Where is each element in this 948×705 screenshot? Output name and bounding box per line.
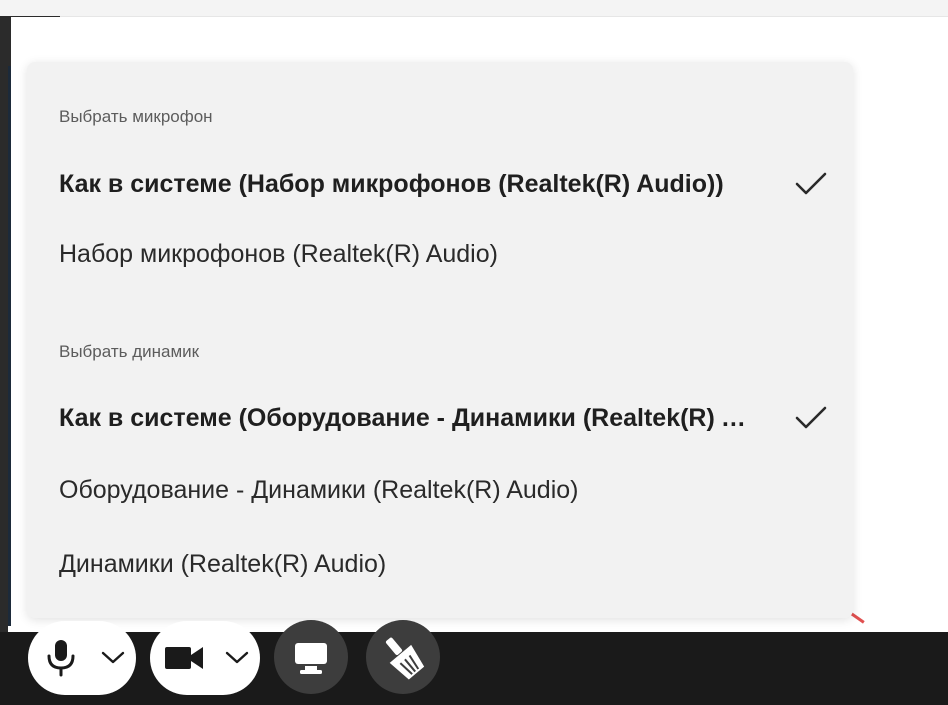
microphone-option-system[interactable]: Как в системе (Набор микрофонов (Realtek… bbox=[59, 164, 829, 204]
screen-share-icon bbox=[295, 643, 327, 674]
camera-icon bbox=[165, 647, 203, 669]
clean-button[interactable] bbox=[366, 620, 440, 694]
speaker-option-realtek[interactable]: Динамики (Realtek(R) Audio) bbox=[59, 544, 829, 584]
device-menu: Выбрать микрофон Как в системе (Набор ми… bbox=[27, 62, 853, 618]
speaker-option-hardware[interactable]: Оборудование - Динамики (Realtek(R) Audi… bbox=[59, 470, 829, 510]
call-toolbar bbox=[0, 632, 948, 705]
microphone-option-realtek[interactable]: Набор микрофонов (Realtek(R) Audio) bbox=[59, 234, 829, 274]
speaker-option-system[interactable]: Как в системе (Оборудование - Динамики (… bbox=[59, 398, 829, 438]
left-edge-line bbox=[8, 66, 11, 626]
speaker-option-label: Оборудование - Динамики (Realtek(R) Audi… bbox=[59, 475, 579, 504]
chevron-down-icon[interactable] bbox=[100, 649, 126, 667]
chevron-down-icon[interactable] bbox=[224, 649, 250, 667]
clean-icon bbox=[385, 637, 425, 680]
speaker-option-label: Как в системе (Оборудование - Динамики (… bbox=[59, 403, 759, 432]
check-icon bbox=[795, 172, 827, 195]
check-icon bbox=[795, 406, 827, 429]
microphone-section-title: Выбрать микрофон bbox=[59, 107, 213, 126]
left-edge-panel bbox=[0, 16, 8, 705]
top-strip bbox=[0, 0, 948, 17]
speaker-option-label: Динамики (Realtek(R) Audio) bbox=[59, 549, 387, 578]
microphone-option-label: Набор микрофонов (Realtek(R) Audio) bbox=[59, 239, 498, 268]
microphone-icon bbox=[47, 640, 75, 677]
camera-button[interactable] bbox=[150, 621, 260, 695]
microphone-option-label: Как в системе (Набор микрофонов (Realtek… bbox=[59, 169, 724, 198]
microphone-button[interactable] bbox=[28, 621, 136, 695]
screen-share-button[interactable] bbox=[274, 620, 348, 694]
speaker-section-title: Выбрать динамик bbox=[59, 342, 200, 361]
